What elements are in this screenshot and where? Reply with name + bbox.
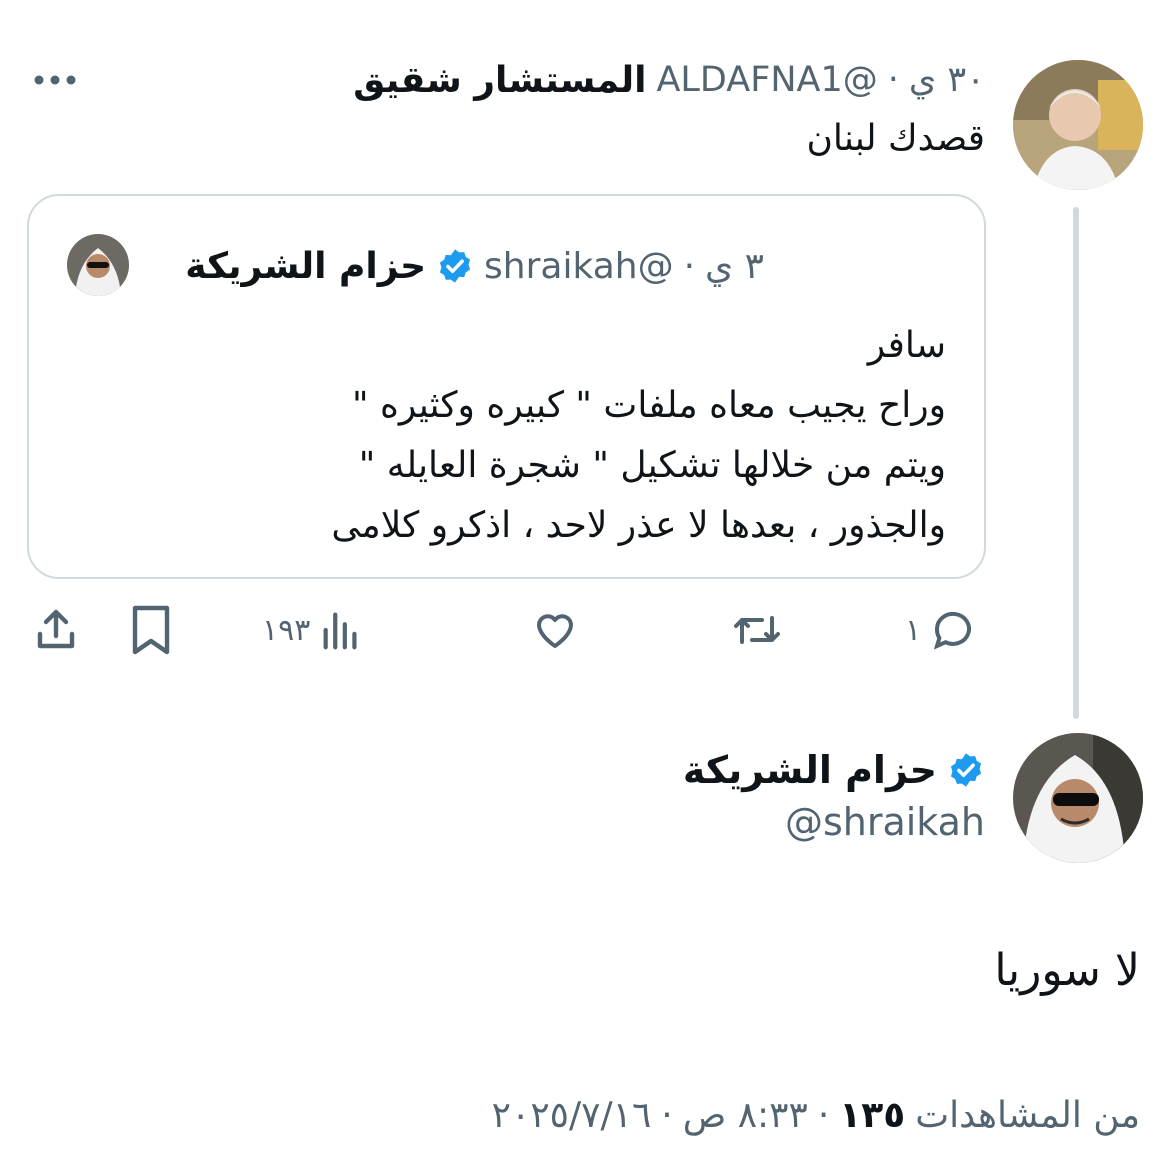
main-tweet-text: لا سوريا: [994, 945, 1140, 996]
retweet-button[interactable]: [730, 600, 784, 660]
reply-button[interactable]: ١: [905, 600, 977, 660]
thread-connector-line: [1073, 207, 1079, 719]
reply-header: المستشار شقيق @ALDAFNA1 · ٣٠ ي: [353, 52, 985, 108]
quote-separator: ·: [683, 245, 696, 287]
views-button[interactable]: ١٩٣: [262, 600, 364, 660]
reply-author-handle[interactable]: @ALDAFNA1: [656, 60, 877, 100]
meta-separator: ·: [661, 1094, 673, 1136]
retweet-icon: [734, 616, 780, 644]
quote-author-name: حزام الشريكة: [185, 245, 427, 287]
views-icon: [323, 612, 357, 650]
quote-header: حزام الشريكة @shraikah · ٣ ي: [185, 236, 764, 296]
reply-count: ١: [905, 612, 922, 648]
bookmark-button[interactable]: [128, 600, 174, 660]
main-author-handle[interactable]: @shraikah: [785, 800, 985, 844]
tweet-time[interactable]: ٨:٣٣ ص: [683, 1095, 808, 1136]
quote-body: سافر وراح يجيب معاه ملفات " كبيره وكثيره…: [66, 316, 946, 556]
action-bar: ١ ١٩٣: [0, 600, 1000, 660]
quote-line: سافر: [867, 325, 946, 366]
quoted-tweet-card[interactable]: حزام الشريكة @shraikah · ٣ ي سافر وراح ي…: [27, 194, 986, 579]
bookmark-icon: [132, 605, 170, 655]
quote-line: وراح يجيب معاه ملفات " كبيره وكثيره ": [351, 385, 946, 426]
share-icon: [37, 609, 75, 649]
reply-separator: ·: [887, 60, 899, 100]
tweet-views-label: من المشاهدات: [915, 1094, 1140, 1136]
quote-author-handle: @shraikah: [484, 245, 674, 287]
meta-separator: ·: [817, 1094, 830, 1136]
main-author-avatar[interactable]: [1013, 733, 1143, 863]
reply-icon: [933, 611, 972, 650]
verified-badge-icon: [950, 753, 982, 787]
reply-author-avatar[interactable]: [1013, 60, 1143, 190]
quote-line: ويتم من خلالها تشكيل " شجرة العايله ": [358, 445, 946, 486]
reply-author-name[interactable]: المستشار شقيق: [353, 60, 646, 101]
views-count: ١٩٣: [262, 612, 311, 648]
quote-timestamp: ٣ ي: [705, 245, 764, 287]
tweet-meta: ٢٠٢٥/٧/١٦ · ٨:٣٣ ص · ١٣٥ من المشاهدات: [492, 1090, 1140, 1140]
more-horizontal-icon[interactable]: [30, 60, 80, 100]
tweet-date[interactable]: ٢٠٢٥/٧/١٦: [492, 1095, 652, 1136]
like-button[interactable]: [530, 600, 580, 660]
quote-line: والجذور ، بعدها لا عذر لاحد ، اذكرو كلام…: [331, 505, 946, 546]
quote-author-avatar: [67, 234, 129, 296]
main-author-name[interactable]: حزام الشريكة: [683, 748, 937, 792]
like-icon: [537, 614, 573, 648]
share-button[interactable]: [32, 600, 80, 660]
reply-timestamp[interactable]: ٣٠ ي: [909, 60, 985, 100]
tweet-views-count: ١٣٥: [839, 1094, 906, 1136]
reply-text: قصدك لبنان: [806, 118, 985, 159]
verified-badge-icon: [440, 249, 471, 283]
main-header: حزام الشريكة: [683, 740, 985, 800]
